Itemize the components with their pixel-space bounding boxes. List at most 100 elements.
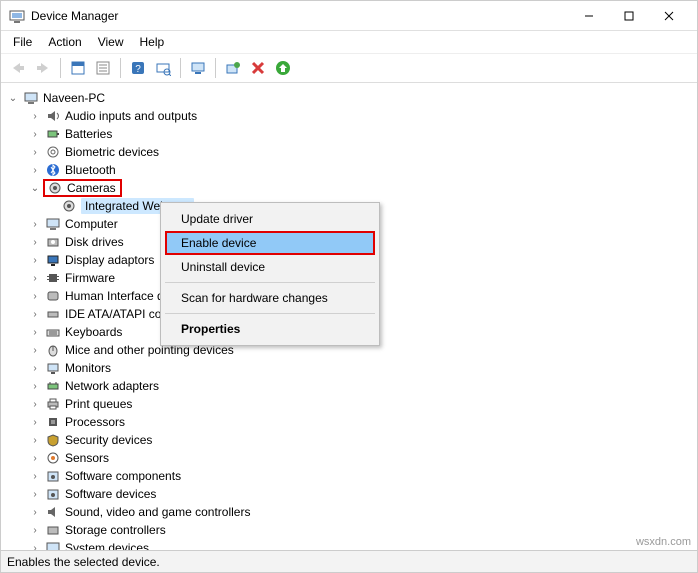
biometric-icon (45, 144, 61, 160)
menu-file[interactable]: File (5, 33, 40, 51)
scan-button[interactable] (152, 57, 174, 79)
help-button[interactable]: ? (127, 57, 149, 79)
tree-item-sensors[interactable]: › Sensors (7, 449, 697, 467)
uninstall-button[interactable] (247, 57, 269, 79)
expand-icon[interactable]: › (29, 273, 41, 284)
tree-label: System devices (65, 541, 149, 550)
tree-item-audio[interactable]: › Audio inputs and outputs (7, 107, 697, 125)
expand-icon[interactable]: › (29, 543, 41, 551)
tree-item-system[interactable]: › System devices (7, 539, 697, 550)
expand-icon[interactable]: › (29, 525, 41, 536)
ctx-uninstall-device[interactable]: Uninstall device (163, 255, 377, 279)
collapse-icon[interactable]: ⌄ (7, 93, 19, 104)
keyboard-icon (45, 324, 61, 340)
collapse-icon[interactable]: ⌄ (29, 183, 41, 194)
ctx-properties[interactable]: Properties (163, 317, 377, 341)
toolbar-separator (60, 58, 61, 78)
tree-label: Display adaptors (65, 253, 154, 267)
properties-button[interactable] (92, 57, 114, 79)
software-icon (45, 468, 61, 484)
system-icon (45, 540, 61, 550)
expand-icon[interactable]: › (29, 111, 41, 122)
tree-label: Keyboards (65, 325, 122, 339)
expand-icon[interactable]: › (29, 327, 41, 338)
tree-label: Software devices (65, 487, 156, 501)
storage-icon (45, 522, 61, 538)
tree-item-monitors[interactable]: › Monitors (7, 359, 697, 377)
tree-root[interactable]: ⌄ Naveen-PC (7, 89, 697, 107)
expand-icon[interactable]: › (29, 165, 41, 176)
titlebar: Device Manager (1, 1, 697, 31)
tree-label: Computer (65, 217, 118, 231)
expand-icon[interactable]: › (29, 309, 41, 320)
cpu-icon (45, 414, 61, 430)
tree-item-print[interactable]: › Print queues (7, 395, 697, 413)
show-hidden-button[interactable] (67, 57, 89, 79)
expand-icon[interactable]: › (29, 399, 41, 410)
tree-item-network[interactable]: › Network adapters (7, 377, 697, 395)
tree-item-bluetooth[interactable]: › Bluetooth (7, 161, 697, 179)
ctx-update-driver[interactable]: Update driver (163, 207, 377, 231)
update-driver-button[interactable] (222, 57, 244, 79)
menu-help[interactable]: Help (132, 33, 173, 51)
camera-icon (61, 198, 77, 214)
expand-icon[interactable]: › (29, 417, 41, 428)
expand-icon[interactable]: › (29, 363, 41, 374)
expand-icon[interactable]: › (29, 381, 41, 392)
tree-item-sound[interactable]: › Sound, video and game controllers (7, 503, 697, 521)
svg-text:?: ? (135, 64, 141, 75)
expand-icon[interactable]: › (29, 237, 41, 248)
context-separator (165, 313, 375, 314)
camera-icon (47, 180, 63, 196)
tree-item-cameras[interactable]: ⌄ Cameras (7, 179, 697, 197)
forward-button[interactable] (32, 57, 54, 79)
expand-icon[interactable]: › (29, 435, 41, 446)
disk-icon (45, 234, 61, 250)
status-text: Enables the selected device. (7, 555, 160, 569)
devices-button[interactable] (187, 57, 209, 79)
toolbar-separator (120, 58, 121, 78)
printer-icon (45, 396, 61, 412)
software-icon (45, 486, 61, 502)
expand-icon[interactable]: › (29, 507, 41, 518)
back-button[interactable] (7, 57, 29, 79)
tree-item-biometric[interactable]: › Biometric devices (7, 143, 697, 161)
watermark: wsxdn.com (636, 536, 691, 548)
toolbar-separator (180, 58, 181, 78)
enable-button[interactable] (272, 57, 294, 79)
expand-icon[interactable]: › (29, 129, 41, 140)
expand-icon[interactable]: › (29, 489, 41, 500)
expand-icon[interactable]: › (29, 255, 41, 266)
maximize-button[interactable] (609, 2, 649, 30)
close-button[interactable] (649, 2, 689, 30)
ctx-scan-hardware[interactable]: Scan for hardware changes (163, 286, 377, 310)
tree-item-processors[interactable]: › Processors (7, 413, 697, 431)
context-separator (165, 282, 375, 283)
computer-icon (23, 90, 39, 106)
expand-icon[interactable]: › (29, 147, 41, 158)
toolbar-separator (215, 58, 216, 78)
expand-icon[interactable]: › (29, 219, 41, 230)
menubar: File Action View Help (1, 31, 697, 53)
tree-label: Processors (65, 415, 125, 429)
tree-item-security[interactable]: › Security devices (7, 431, 697, 449)
expand-icon[interactable]: › (29, 453, 41, 464)
menu-action[interactable]: Action (40, 33, 89, 51)
tree-item-swdev[interactable]: › Software devices (7, 485, 697, 503)
tree-label: Naveen-PC (43, 91, 105, 105)
expand-icon[interactable]: › (29, 345, 41, 356)
ctx-enable-device[interactable]: Enable device (165, 231, 375, 255)
sensor-icon (45, 450, 61, 466)
tree-item-batteries[interactable]: › Batteries (7, 125, 697, 143)
battery-icon (45, 126, 61, 142)
tree-label: Storage controllers (65, 523, 166, 537)
minimize-button[interactable] (569, 2, 609, 30)
tree-item-storage[interactable]: › Storage controllers (7, 521, 697, 539)
firmware-icon (45, 270, 61, 286)
expand-icon[interactable]: › (29, 291, 41, 302)
tree-item-swcomp[interactable]: › Software components (7, 467, 697, 485)
monitor-icon (45, 360, 61, 376)
tree-label: Audio inputs and outputs (65, 109, 197, 123)
expand-icon[interactable]: › (29, 471, 41, 482)
menu-view[interactable]: View (90, 33, 132, 51)
